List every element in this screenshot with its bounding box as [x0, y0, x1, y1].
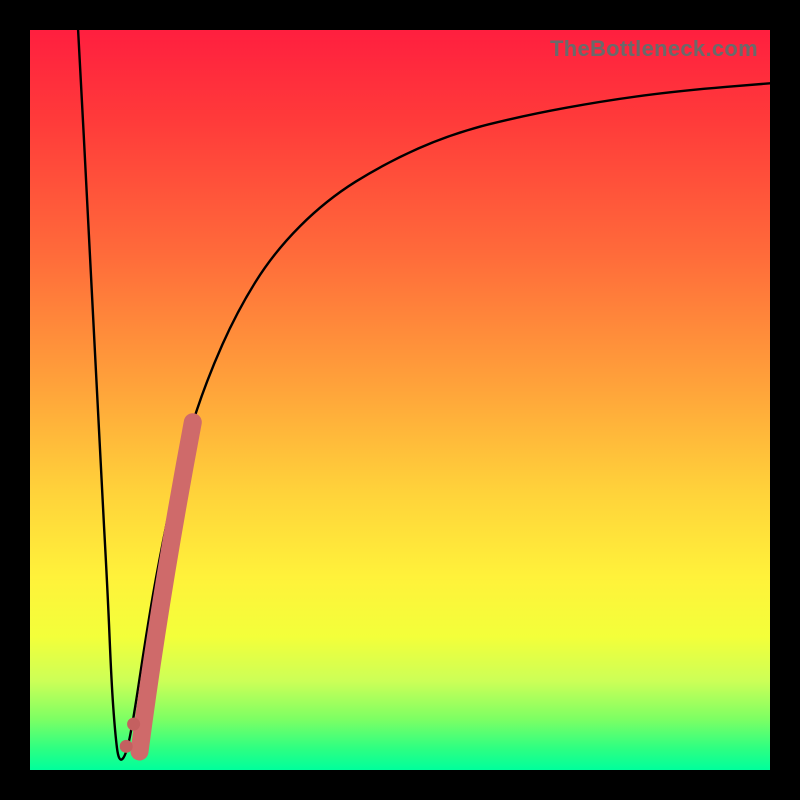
bottleneck-chart [30, 30, 770, 770]
plot-area: TheBottleneck.com [30, 30, 770, 770]
marker-segment [140, 422, 193, 751]
chart-frame: TheBottleneck.com [0, 0, 800, 800]
marker-dot [127, 718, 140, 731]
curve-path [78, 30, 770, 760]
marker-dot [120, 740, 133, 753]
